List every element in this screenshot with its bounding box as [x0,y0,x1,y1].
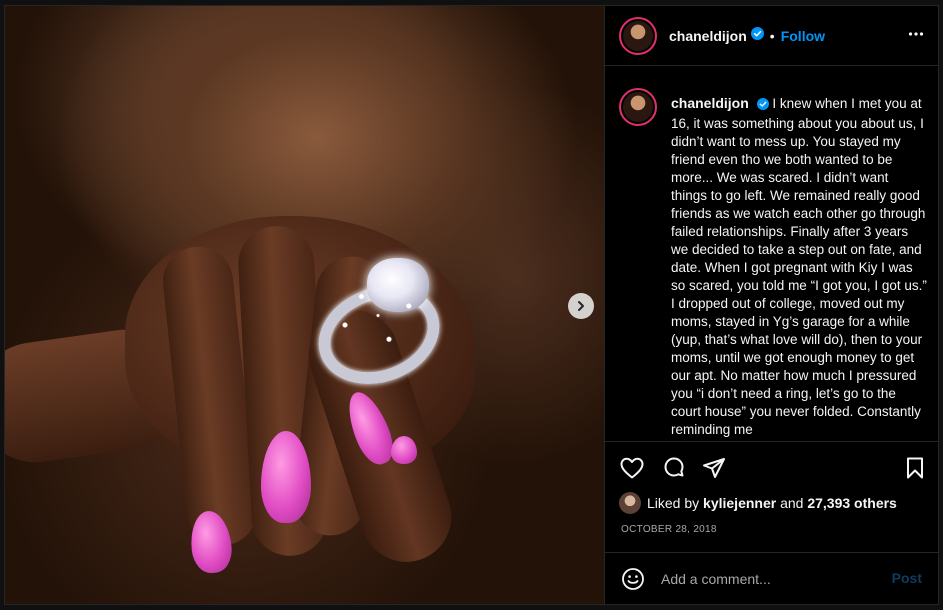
comment-input[interactable] [659,569,883,588]
chevron-right-icon [578,301,584,311]
comment-bar: Post [605,552,938,604]
liker-avatar[interactable] [619,492,641,514]
more-options-icon[interactable] [908,26,924,47]
verified-badge-icon [756,97,769,115]
post-actions [605,443,938,495]
author-avatar[interactable] [619,16,657,55]
caption-text: I knew when I met you at 16, it was some… [671,96,927,437]
next-photo-button[interactable] [568,293,594,319]
post-header: chaneldijon • Follow [605,6,938,66]
liked-by-count[interactable]: 27,393 others [807,495,897,511]
caption-area[interactable]: chaneldijon I knew when I met you at 16,… [605,66,938,442]
verified-badge-icon [750,26,764,45]
post-photo[interactable] [5,6,604,604]
caption-author-avatar[interactable] [619,88,657,126]
photo-ring-sparkle [323,268,433,363]
liked-by-prefix: Liked by [647,495,700,511]
post-date[interactable]: OCTOBER 28, 2018 [621,524,717,535]
photo-nail [391,436,417,464]
heart-icon[interactable] [619,456,645,485]
likes-summary[interactable]: Liked by kyliejenner and 27,393 others [619,492,897,514]
post-comment-button[interactable]: Post [892,570,922,586]
header-separator: • [769,27,775,44]
liked-by-and: and [780,495,804,511]
caption: chaneldijon I knew when I met you at 16,… [671,94,927,439]
follow-button[interactable]: Follow [781,28,825,44]
share-icon[interactable] [701,456,727,485]
bookmark-icon[interactable] [904,456,926,485]
author-username[interactable]: chaneldijon [669,28,747,44]
emoji-icon[interactable] [621,567,645,591]
liked-by-user[interactable]: kyliejenner [703,495,776,511]
post-dialog: chaneldijon • Follow chaneldijon I knew … [4,5,939,605]
comment-icon[interactable] [661,456,687,485]
post-details-panel: chaneldijon • Follow chaneldijon I knew … [604,6,938,604]
caption-username[interactable]: chaneldijon [671,95,749,111]
